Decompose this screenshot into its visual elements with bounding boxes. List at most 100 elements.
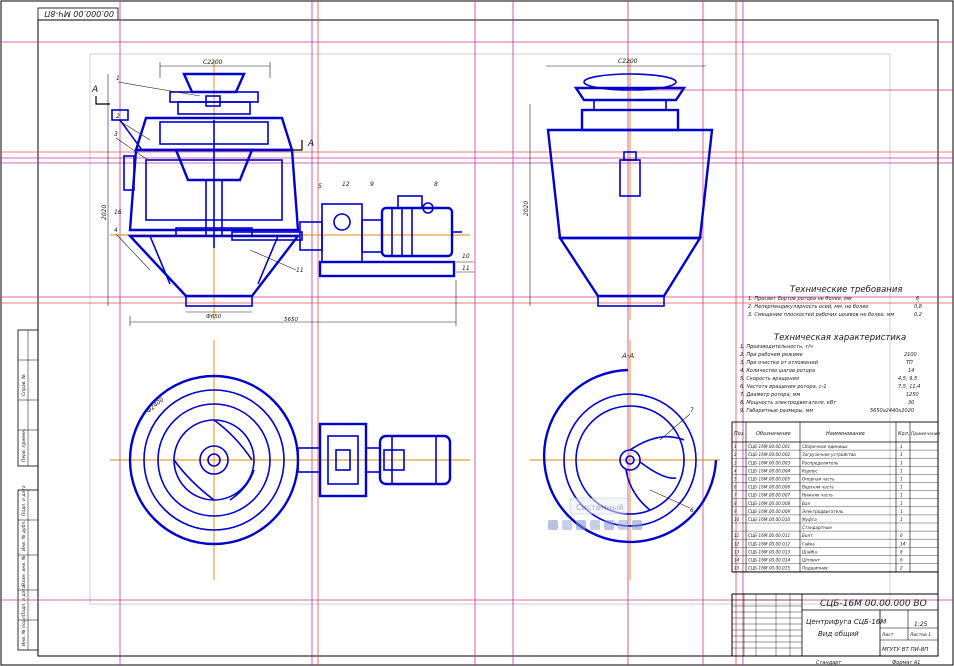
spec-cell: СЦБ-16М.00.00.011	[748, 533, 790, 538]
svg-text:6. Частота вращения ротора, с-: 6. Частота вращения ротора, с-1	[740, 384, 827, 390]
title-name-line1: Центрифуга СЦБ-16М	[806, 618, 886, 626]
spec-cell: 7	[734, 493, 737, 498]
spec-cell: 9	[734, 509, 737, 514]
dim-top-width-right: С2200	[618, 58, 638, 65]
svg-text:00.000.00 МЧ-8П: 00.000.00 МЧ-8П	[44, 9, 114, 18]
spec-cell: СЦБ-16М.00.00.014	[748, 558, 790, 563]
svg-text:4. Количество шагов ротора: 4. Количество шагов ротора	[740, 368, 815, 374]
spec-cell: СЦБ-16М.00.00.004	[748, 468, 790, 473]
spec-cell: 1	[900, 477, 903, 482]
section-mark-left: A	[91, 85, 98, 95]
svg-text:16: 16	[114, 209, 122, 216]
svg-text:14: 14	[908, 368, 914, 374]
spec-cell: 1	[900, 501, 903, 506]
spec-cell: 6	[900, 558, 903, 563]
spec-cell: 1	[900, 444, 903, 449]
dim-top-width-left: С2200	[203, 59, 223, 66]
spec-cell: СЦБ-16М.00.00.003	[748, 460, 790, 465]
svg-text:Инв. № подл.: Инв. № подл.	[21, 615, 27, 646]
svg-text:1250: 1250	[906, 392, 919, 398]
spec-cell: Корпус	[802, 468, 818, 473]
spec-cell: 5	[734, 477, 737, 482]
spec-cell: 13	[734, 549, 740, 554]
spec-cell: 2	[900, 566, 903, 571]
spec-cell: 1	[900, 452, 903, 457]
svg-text:6: 6	[916, 296, 919, 302]
title-name-line2: Вид общий	[818, 630, 859, 638]
spec-cell: СЦБ-16М.00.00.010	[748, 517, 790, 522]
svg-text:Примечание: Примечание	[911, 431, 941, 437]
svg-text:Подп. и дата: Подп. и дата	[21, 485, 27, 516]
spec-cell: СЦБ-16М.00.00.012	[748, 541, 790, 546]
spec-cell: Стандартные	[802, 525, 832, 530]
spec-cell: СЦБ-16М.00.00.015	[748, 566, 790, 571]
svg-text:11: 11	[296, 267, 304, 274]
spec-cell: 12	[734, 541, 740, 546]
svg-text:Инв. № дубл.: Инв. № дубл.	[21, 520, 27, 551]
svg-text:Формат А1: Формат А1	[892, 660, 920, 666]
spec-cell: Распределитель	[802, 460, 839, 465]
dim-total-width: 5650	[284, 317, 298, 323]
spec-cell: Гайка	[802, 541, 815, 546]
spec-cell: СЦБ-16М.00.00.009	[748, 509, 790, 514]
spec-cell: 1	[900, 485, 903, 490]
spec-cell: 8	[734, 501, 737, 506]
svg-text:ТП: ТП	[906, 360, 913, 366]
title-org: МГУТУ ВТ ПИ-8П	[882, 647, 928, 653]
svg-text:8: 8	[434, 181, 438, 188]
svg-text:3. Смещение плоскостей рабочих: 3. Смещение плоскостей рабочих шкивов не…	[748, 312, 894, 318]
svg-text:7: 7	[690, 407, 694, 414]
svg-text:4: 4	[114, 227, 118, 234]
svg-text:Поз.: Поз.	[734, 431, 745, 437]
spec-cell: Загрузочное устройство	[802, 452, 856, 457]
svg-text:3: 3	[114, 131, 118, 138]
section-mark-right: A	[307, 139, 314, 149]
svg-text:9: 9	[370, 181, 374, 188]
dim-height-left: 2020	[101, 205, 108, 220]
spec-cell: 8	[900, 549, 903, 554]
spec-cell: Болт	[802, 533, 813, 538]
svg-text:2: 2	[116, 113, 120, 120]
top-stamp: 00.000.00 МЧ-8П	[37, 7, 119, 21]
spec-cell: 1	[900, 460, 903, 465]
spec-cell: 6	[734, 485, 737, 490]
svg-text:4,5; 9,5: 4,5; 9,5	[898, 376, 917, 382]
spec-cell: СЦБ-16М.00.00.001	[748, 444, 790, 449]
spec-cell: Шайба	[802, 549, 817, 554]
svg-text:8. Мощность электродвигателя,: 8. Мощность электродвигателя, кВт	[740, 400, 837, 406]
spec-cell: Электродвигатель	[801, 509, 844, 514]
svg-text:Листов 1: Листов 1	[909, 632, 931, 638]
title-designation: СЦБ-16М 00.00.000 ВО	[820, 599, 927, 609]
spec-cell: 6	[900, 533, 903, 538]
spec-cell: 1	[900, 509, 903, 514]
svg-text:2100: 2100	[904, 352, 917, 358]
svg-text:Подп. и дата: Подп. и дата	[21, 585, 27, 616]
spec-cell: СЦБ-16М.00.00.013	[748, 549, 790, 554]
svg-text:1. Производительность, т/ч: 1. Производительность, т/ч	[740, 344, 813, 350]
spec-cell: Верхняя часть	[802, 485, 834, 490]
spec-cell: 15	[734, 566, 740, 571]
spec-cell: 10	[734, 517, 740, 522]
spec-cell: СЦБ-16М.00.00.006	[748, 485, 790, 490]
svg-text:1. Просвет бортов ротора не бо: 1. Просвет бортов ротора не более, мм	[748, 296, 852, 302]
svg-text:Кол.: Кол.	[898, 431, 909, 437]
spec-cell: Подшипник	[802, 566, 828, 571]
spec-cell: 1	[734, 444, 737, 449]
svg-text:Обозначение: Обозначение	[756, 431, 791, 437]
svg-text:1: 1	[116, 75, 120, 82]
svg-text:10: 10	[462, 253, 470, 260]
svg-text:5: 5	[318, 183, 322, 190]
section-view-label: А-А	[621, 352, 634, 360]
spec-cell: СЦБ-16М.00.00.007	[748, 493, 790, 498]
spec-cell: 1	[900, 493, 903, 498]
spec-cell: Вал	[802, 501, 810, 506]
spec-cell: 14	[734, 558, 740, 563]
tech-characteristics-title: Техническая характеристика	[774, 333, 906, 343]
spec-cell: 14	[900, 541, 906, 546]
svg-text:9. Габаритные размеры, мм: 9. Габаритные размеры, мм	[740, 408, 813, 414]
dim-height-right: 2020	[523, 201, 530, 216]
spec-cell: Муфта	[802, 517, 817, 522]
svg-text:7. Диаметр ротора, мм: 7. Диаметр ротора, мм	[740, 392, 800, 398]
spec-cell: 4	[734, 468, 737, 473]
svg-text:2. При рабочем режиме: 2. При рабочем режиме	[740, 352, 803, 358]
